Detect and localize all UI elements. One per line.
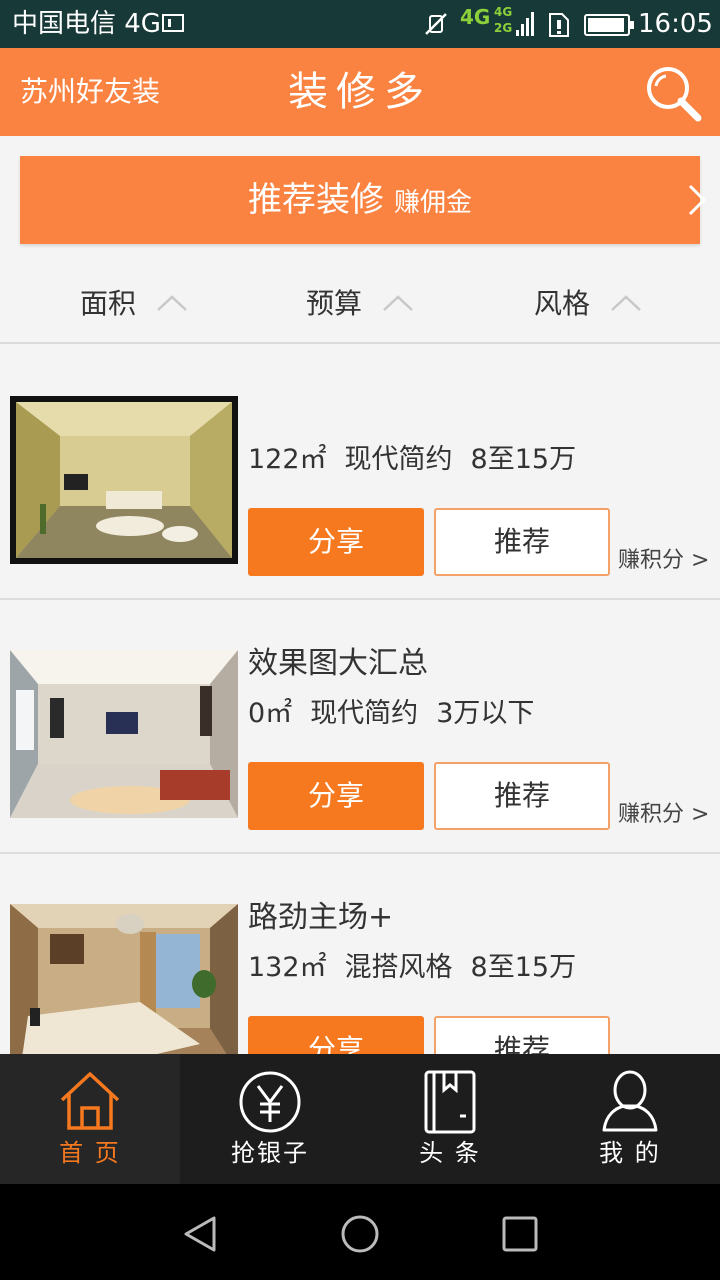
listing-budget: 3万以下 [436,698,535,729]
chevron-right-icon [688,184,707,216]
filter-budget[interactable]: 预算 [306,282,426,326]
banner-text: 推荐装修 赚佣金 [20,178,700,225]
filter-area-label: 面积 [80,287,137,320]
tab-headlines[interactable]: 头 条 [360,1054,540,1184]
tab-headlines-label: 头 条 [419,1139,481,1167]
listing-thumbnail[interactable] [10,396,238,564]
listing-style: 混搭风格 [344,952,453,983]
filter-area[interactable]: 面积 [80,282,200,326]
listing-meta: 0㎡ 现代简约 3万以下 [248,694,552,734]
sim-alert-icon [549,13,569,37]
yen-coin-icon [239,1071,301,1133]
list-item: 122㎡ 现代简约 8至15万 分享 推荐 赚积分 > [0,346,720,600]
filter-bar: 面积 预算 风格 [0,264,720,344]
tab-profile-label: 我 的 [599,1139,661,1167]
network-4g-label: 4G [460,5,491,29]
home-icon [60,1072,120,1130]
signal-strength-icon [516,12,534,36]
tab-home[interactable]: 首 页 [0,1054,180,1184]
listing-thumbnail[interactable] [10,904,238,1072]
network-dual-top: 4G [494,5,513,19]
status-bar: 中国电信 4G 4G 4G 2G 16:05 [0,0,720,48]
vibrate-off-icon [425,13,447,35]
search-icon[interactable] [644,64,702,122]
listing-budget: 8至15万 [470,444,577,475]
app-screen: 中国电信 4G 4G 4G 2G 16:05 苏州好友装 装修多 推荐装修 赚佣… [0,0,720,1280]
recommend-decoration-banner[interactable]: 推荐装修 赚佣金 [20,156,707,244]
tab-home-label: 首 页 [59,1139,121,1167]
carrier-label: 中国电信 4G [12,9,161,39]
network-dual-labels: 4G 2G [494,4,512,36]
app-header: 苏州好友装 装修多 [0,48,720,136]
banner-main-label: 推荐装修 [247,180,384,220]
earn-points-link[interactable]: 赚积分 > [618,546,709,576]
chevron-up-icon [157,295,187,311]
battery-fill [588,18,624,32]
home-circle-icon[interactable] [340,1214,380,1254]
clock: 16:05 [638,9,713,39]
listing-title: 效果图大汇总 [248,646,428,681]
listing-area: 122㎡ [248,444,327,475]
banner-sub-label: 赚佣金 [393,188,472,218]
filter-style[interactable]: 风格 [534,282,654,326]
listing-style: 现代简约 [344,444,453,475]
listing-meta: 122㎡ 现代简约 8至15万 [248,440,594,480]
listing-thumbnail[interactable] [10,650,238,818]
listing-title: 路劲主场+ [248,900,394,935]
recent-apps-icon[interactable] [500,1214,540,1254]
app-title: 装修多 [288,69,432,115]
share-button[interactable]: 分享 [248,508,424,576]
news-book-icon [424,1070,476,1134]
profile-icon [602,1070,658,1132]
battery-icon [584,14,634,36]
listing-meta: 132㎡ 混搭风格 8至15万 [248,948,594,988]
filter-budget-label: 预算 [306,287,363,320]
chevron-up-icon [611,295,641,311]
share-button[interactable]: 分享 [248,762,424,830]
system-nav-bar [0,1184,720,1280]
sim-card-icon [162,14,184,32]
network-dual-bottom: 2G [494,21,513,35]
listing-area: 132㎡ [248,952,327,983]
recommend-button[interactable]: 推荐 [434,762,610,830]
filter-style-label: 风格 [534,287,591,320]
listing-budget: 8至15万 [470,952,577,983]
chevron-up-icon [383,295,413,311]
back-icon[interactable] [180,1214,220,1254]
bottom-tab-bar: 首 页 抢银子 头 条 我 的 [0,1054,720,1184]
recommend-button[interactable]: 推荐 [434,508,610,576]
tab-grab-silver-label: 抢银子 [231,1139,309,1167]
tab-grab-silver[interactable]: 抢银子 [180,1054,360,1184]
earn-points-link[interactable]: 赚积分 > [618,800,709,830]
tab-profile[interactable]: 我 的 [540,1054,720,1184]
list-item: 效果图大汇总 0㎡ 现代简约 3万以下 分享 推荐 赚积分 > [0,600,720,854]
listing-style: 现代简约 [310,698,419,729]
listing-area: 0㎡ [248,698,293,729]
